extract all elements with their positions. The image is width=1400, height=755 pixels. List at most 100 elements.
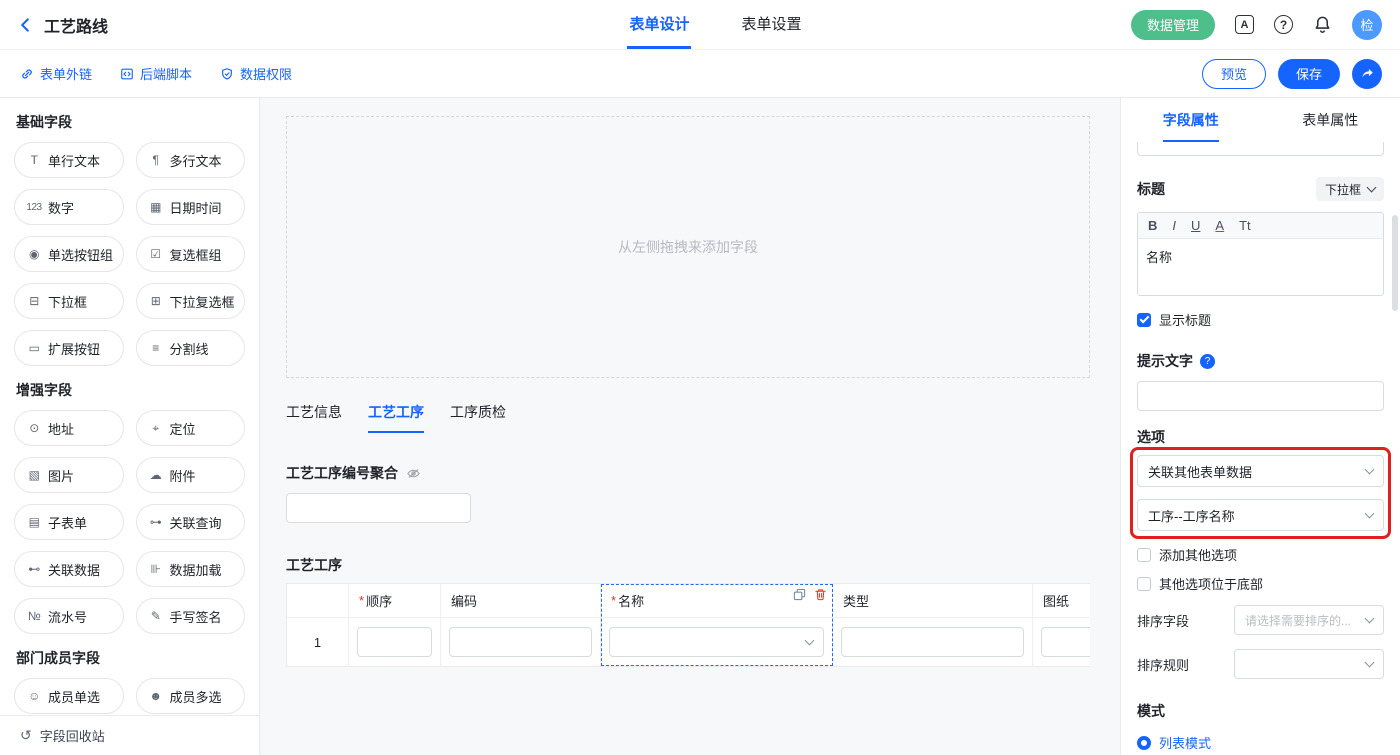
field-type-member-multi[interactable]: ☻成员多选 — [136, 678, 246, 714]
underline-button[interactable]: U — [1191, 218, 1200, 233]
tab-form-design[interactable]: 表单设计 — [627, 0, 691, 49]
dropzone[interactable]: 从左侧拖拽来添加字段 — [286, 116, 1090, 378]
preview-button[interactable]: 预览 — [1202, 59, 1266, 89]
type-input[interactable] — [841, 627, 1024, 657]
column-header-drawing[interactable]: 图纸 — [1033, 584, 1090, 618]
hint-text-input[interactable] — [1137, 381, 1384, 411]
user-avatar[interactable]: 检 — [1352, 10, 1382, 40]
field-type-datetime[interactable]: ▦日期时间 — [136, 189, 246, 225]
widget-type-selector[interactable]: 下拉框 — [1316, 177, 1384, 201]
field-type-dropdown[interactable]: ⊟ 下拉框 — [14, 283, 124, 319]
aggregate-field[interactable]: 工艺工序编号聚合 — [286, 463, 1090, 523]
font-size-button[interactable]: Tt — [1239, 218, 1251, 233]
field-type-multiline-text[interactable]: ¶多行文本 — [136, 142, 246, 178]
field-type-signature[interactable]: ✎手写签名 — [136, 598, 246, 634]
other-option-bottom-row[interactable]: 其他选项位于底部 — [1137, 574, 1384, 593]
translate-icon[interactable]: A — [1235, 15, 1254, 34]
tab-form-properties[interactable]: 表单属性 — [1261, 98, 1400, 142]
field-type-image[interactable]: ▧图片 — [14, 457, 124, 493]
aggregate-input[interactable] — [286, 493, 471, 523]
back-icon[interactable] — [16, 16, 34, 34]
backend-script-button[interactable]: 后端脚本 — [120, 64, 192, 83]
field-type-attachment[interactable]: ☁附件 — [136, 457, 246, 493]
column-header-type[interactable]: 类型 — [833, 584, 1033, 618]
column-header-code[interactable]: 编码 — [441, 584, 601, 618]
list-mode-radio[interactable] — [1137, 736, 1151, 750]
tab-field-properties[interactable]: 字段属性 — [1121, 98, 1261, 142]
properties-panel: 字段属性 表单属性 标题 下拉框 B I U A — [1120, 98, 1400, 755]
field-type-linked-data[interactable]: ⊷关联数据 — [14, 551, 124, 587]
add-other-option-row[interactable]: 添加其他选项 — [1137, 545, 1384, 564]
help-icon[interactable]: ? — [1274, 15, 1293, 34]
data-manage-button[interactable]: 数据管理 — [1131, 10, 1215, 40]
notification-bell-icon[interactable] — [1313, 15, 1332, 34]
other-option-bottom-checkbox[interactable] — [1137, 577, 1151, 591]
tab-step-inspection[interactable]: 工序质检 — [450, 402, 506, 433]
field-type-member-single[interactable]: ☺成员单选 — [14, 678, 124, 714]
field-type-data-load[interactable]: ⊪数据加载 — [136, 551, 246, 587]
field-type-dropdown-multi[interactable]: ⊞下拉复选框 — [136, 283, 246, 319]
delete-column-icon[interactable] — [814, 588, 827, 601]
dropdown-icon: ⊟ — [26, 294, 42, 308]
option-source-select[interactable]: 关联其他表单数据 — [1137, 455, 1384, 487]
subform-field[interactable]: 工艺工序 顺序 编码 名称 类型 图纸 1 — [286, 555, 1090, 667]
section-enhanced-fields: 增强字段 — [16, 380, 243, 400]
bold-button[interactable]: B — [1148, 218, 1157, 233]
serial-number-icon: № — [26, 609, 42, 623]
tab-form-settings[interactable]: 表单设置 — [739, 0, 803, 49]
field-type-label: 分割线 — [170, 339, 209, 358]
order-input[interactable] — [357, 627, 432, 657]
field-type-address[interactable]: ⊙地址 — [14, 410, 124, 446]
tab-process-info[interactable]: 工艺信息 — [286, 402, 342, 433]
chevron-down-icon — [1365, 508, 1375, 518]
sort-field-label: 排序字段 — [1137, 611, 1189, 630]
linked-query-icon: ⊶ — [148, 515, 164, 529]
option-field-value: 工序--工序名称 — [1148, 506, 1235, 525]
share-icon — [1360, 66, 1375, 81]
field-type-label: 手写签名 — [170, 607, 222, 626]
title-editor-content[interactable]: 名称 — [1138, 239, 1383, 295]
data-permission-button[interactable]: 数据权限 — [220, 64, 292, 83]
field-type-subform[interactable]: ▤子表单 — [14, 504, 124, 540]
tab-process-steps[interactable]: 工艺工序 — [368, 402, 424, 433]
field-type-single-line-text[interactable]: T单行文本 — [14, 142, 124, 178]
hint-help-icon[interactable]: ? — [1200, 354, 1215, 369]
share-button[interactable] — [1352, 59, 1382, 89]
code-input[interactable] — [449, 627, 592, 657]
sort-field-select[interactable]: 请选择需要排序的... — [1234, 605, 1384, 635]
field-type-checkbox-group[interactable]: ☑复选框组 — [136, 236, 246, 272]
font-color-button[interactable]: A — [1215, 218, 1224, 233]
field-type-label: 子表单 — [48, 513, 87, 532]
name-select[interactable] — [609, 627, 824, 657]
save-button[interactable]: 保存 — [1278, 59, 1340, 89]
drawing-input[interactable] — [1041, 627, 1090, 657]
add-other-option-checkbox[interactable] — [1137, 548, 1151, 562]
show-title-row[interactable]: 显示标题 — [1137, 310, 1384, 329]
duplicate-column-icon[interactable] — [793, 588, 806, 601]
option-field-select[interactable]: 工序--工序名称 — [1137, 499, 1384, 531]
external-link-button[interactable]: 表单外链 — [20, 64, 92, 83]
list-mode-label: 列表模式 — [1159, 733, 1211, 752]
sort-rule-select[interactable] — [1234, 649, 1384, 679]
field-recycle-bin[interactable]: ↺ 字段回收站 — [0, 715, 259, 755]
other-option-bottom-label: 其他选项位于底部 — [1159, 574, 1263, 593]
location-icon: ⌖ — [148, 421, 164, 436]
column-header-order[interactable]: 顺序 — [349, 584, 441, 618]
field-type-extend-button[interactable]: ▭扩展按钮 — [14, 330, 124, 366]
top-header: 工艺路线 表单设计 表单设置 数据管理 A ? 检 — [0, 0, 1400, 50]
linked-data-icon: ⊷ — [26, 562, 42, 576]
field-type-label: 扩展按钮 — [48, 339, 100, 358]
list-mode-row[interactable]: 列表模式 — [1137, 733, 1384, 752]
italic-button[interactable]: I — [1172, 218, 1176, 233]
cell-code — [441, 618, 601, 666]
field-type-number[interactable]: 123数字 — [14, 189, 124, 225]
panel-scrollbar-thumb[interactable] — [1392, 215, 1398, 311]
show-title-checkbox[interactable] — [1137, 313, 1151, 327]
field-type-linked-query[interactable]: ⊶关联查询 — [136, 504, 246, 540]
field-type-label: 下拉框 — [48, 292, 87, 311]
field-type-radio-group[interactable]: ◉单选按钮组 — [14, 236, 124, 272]
field-type-location[interactable]: ⌖定位 — [136, 410, 246, 446]
field-type-divider[interactable]: ≡分割线 — [136, 330, 246, 366]
form-designer-app: 工艺路线 表单设计 表单设置 数据管理 A ? 检 表单外链 — [0, 0, 1400, 755]
field-type-serial-number[interactable]: №流水号 — [14, 598, 124, 634]
